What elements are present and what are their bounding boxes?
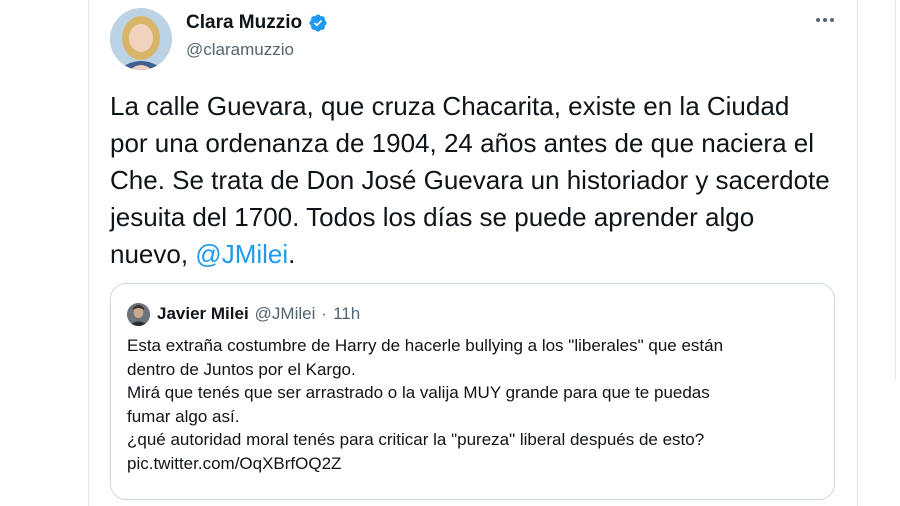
author-avatar[interactable] bbox=[110, 8, 172, 70]
tweet-text: La calle Guevara, que cruza Chacarita, e… bbox=[110, 88, 830, 273]
quoted-timestamp[interactable]: 11h bbox=[333, 304, 360, 324]
quoted-line: fumar algo así. bbox=[127, 406, 240, 426]
column-divider-right bbox=[857, 0, 858, 506]
quoted-header: Javier Milei @JMilei · 11h bbox=[157, 304, 360, 324]
quoted-author-name[interactable]: Javier Milei bbox=[157, 304, 249, 324]
quoted-line: ¿qué autoridad moral tenés para criticar… bbox=[127, 430, 705, 449]
quoted-media-link[interactable]: pic.twitter.com/OqXBrfOQ2Z bbox=[127, 452, 827, 476]
mention-link[interactable]: @JMilei bbox=[195, 239, 288, 269]
quoted-text: Esta extraña costumbre de Harry de hacer… bbox=[127, 334, 827, 475]
quoted-line: dentro de Juntos por el Kargo. bbox=[127, 359, 356, 379]
quoted-separator: · bbox=[321, 304, 328, 323]
author-name-text[interactable]: Clara Muzzio bbox=[186, 12, 302, 34]
quoted-line: Esta extraña costumbre de Harry de hacer… bbox=[127, 336, 724, 355]
column-divider-left bbox=[88, 0, 89, 506]
verified-badge-icon bbox=[309, 14, 327, 32]
author-name[interactable]: Clara Muzzio bbox=[186, 12, 328, 34]
quoted-author-avatar[interactable] bbox=[127, 303, 150, 326]
column-divider-edge bbox=[895, 0, 896, 380]
author-handle[interactable]: @claramuzzio bbox=[186, 40, 294, 60]
more-options-icon[interactable] bbox=[812, 10, 838, 30]
quoted-tweet[interactable]: Javier Milei @JMilei · 11h Esta extraña … bbox=[110, 283, 835, 500]
tweet-text-end: . bbox=[288, 239, 296, 269]
quoted-author-handle[interactable]: @JMilei bbox=[255, 304, 316, 324]
quoted-line: Mirá que tenés que ser arrastrado o la v… bbox=[127, 383, 710, 402]
